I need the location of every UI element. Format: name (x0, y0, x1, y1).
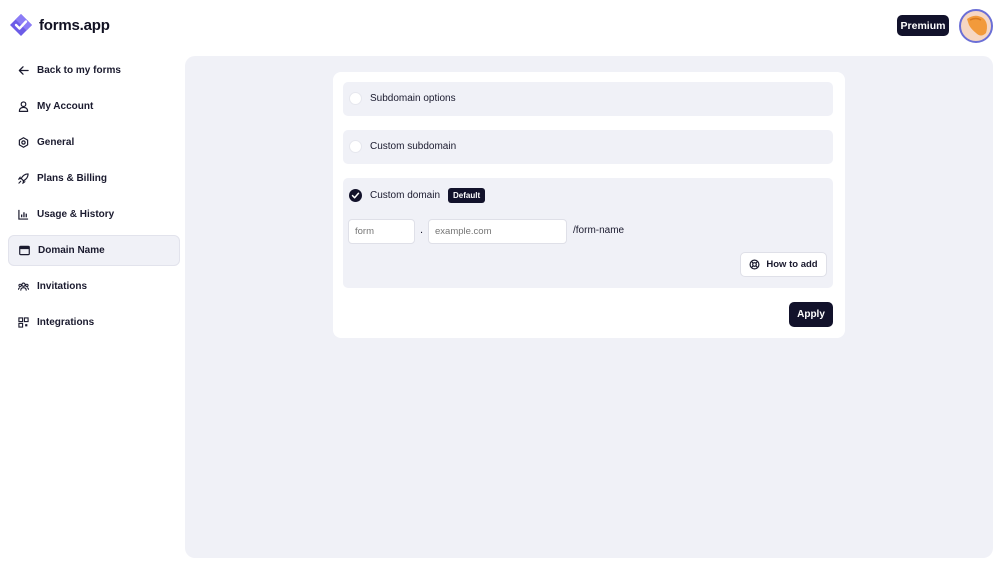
sidebar-item-label: Domain Name (38, 245, 105, 256)
sidebar-item-usage-history[interactable]: Usage & History (8, 199, 180, 230)
option-custom-domain[interactable]: Custom domain Default . /form-name How t… (343, 178, 833, 288)
sidebar-item-general[interactable]: General (8, 127, 180, 158)
avatar-illustration-icon (967, 15, 987, 36)
sidebar-item-label: General (37, 137, 75, 148)
arrow-left-icon (18, 66, 29, 75)
user-avatar[interactable] (959, 9, 993, 43)
sidebar-item-back-to-my-forms[interactable]: Back to my forms (8, 55, 180, 86)
sidebar-item-invitations[interactable]: Invitations (8, 271, 180, 302)
path-suffix: /form-name (573, 225, 625, 236)
lifebuoy-icon (749, 259, 760, 270)
option-row: Custom subdomain (349, 140, 456, 153)
top-header: forms.app Premium (0, 0, 1000, 52)
sidebar-item-label: Plans & Billing (37, 173, 108, 184)
option-subdomain-options[interactable]: Subdomain options (343, 82, 833, 116)
settings-sidebar: Back to my forms My Account General Plan… (8, 55, 180, 343)
browser-window-icon (19, 245, 30, 256)
users-icon (18, 282, 29, 291)
rocket-icon (18, 173, 29, 184)
main-content-panel: Subdomain options Custom subdomain Custo… (185, 56, 993, 558)
sidebar-item-my-account[interactable]: My Account (8, 91, 180, 122)
radio-checked-icon[interactable] (349, 189, 362, 202)
app-logo-text: forms.app (39, 16, 110, 34)
how-to-add-button[interactable]: How to add (740, 252, 827, 277)
sidebar-item-plans-billing[interactable]: Plans & Billing (8, 163, 180, 194)
sidebar-item-integrations[interactable]: Integrations (8, 307, 180, 338)
sidebar-item-label: Invitations (37, 281, 88, 292)
domain-separator: . (420, 224, 424, 236)
option-label: Subdomain options (370, 93, 456, 104)
apply-button[interactable]: Apply (789, 302, 833, 327)
bar-chart-icon (18, 209, 29, 220)
radio-unchecked[interactable] (349, 140, 362, 153)
radio-unchecked[interactable] (349, 92, 362, 105)
sidebar-item-domain-name[interactable]: Domain Name (8, 235, 180, 266)
option-label: Custom domain (370, 190, 441, 201)
sidebar-item-label: Usage & History (37, 209, 115, 220)
option-row: Custom domain Default (349, 188, 486, 203)
subdomain-input[interactable] (348, 219, 415, 244)
default-badge: Default (448, 188, 486, 203)
option-row: Subdomain options (349, 92, 456, 105)
grid-icon (18, 317, 29, 328)
sidebar-item-label: Back to my forms (37, 65, 121, 76)
app-logo[interactable]: forms.app (9, 13, 110, 37)
sidebar-item-label: My Account (37, 101, 94, 112)
domain-settings-card: Subdomain options Custom subdomain Custo… (333, 72, 845, 338)
option-label: Custom subdomain (370, 141, 457, 152)
forms-app-logo-icon (10, 14, 32, 36)
how-to-add-label: How to add (766, 259, 818, 270)
premium-badge[interactable]: Premium (897, 15, 949, 36)
checkmark-icon (351, 192, 360, 199)
domain-input[interactable] (428, 219, 567, 244)
gear-icon (18, 137, 29, 148)
option-custom-subdomain[interactable]: Custom subdomain (343, 130, 833, 164)
user-icon (18, 101, 29, 112)
sidebar-item-label: Integrations (37, 317, 95, 328)
